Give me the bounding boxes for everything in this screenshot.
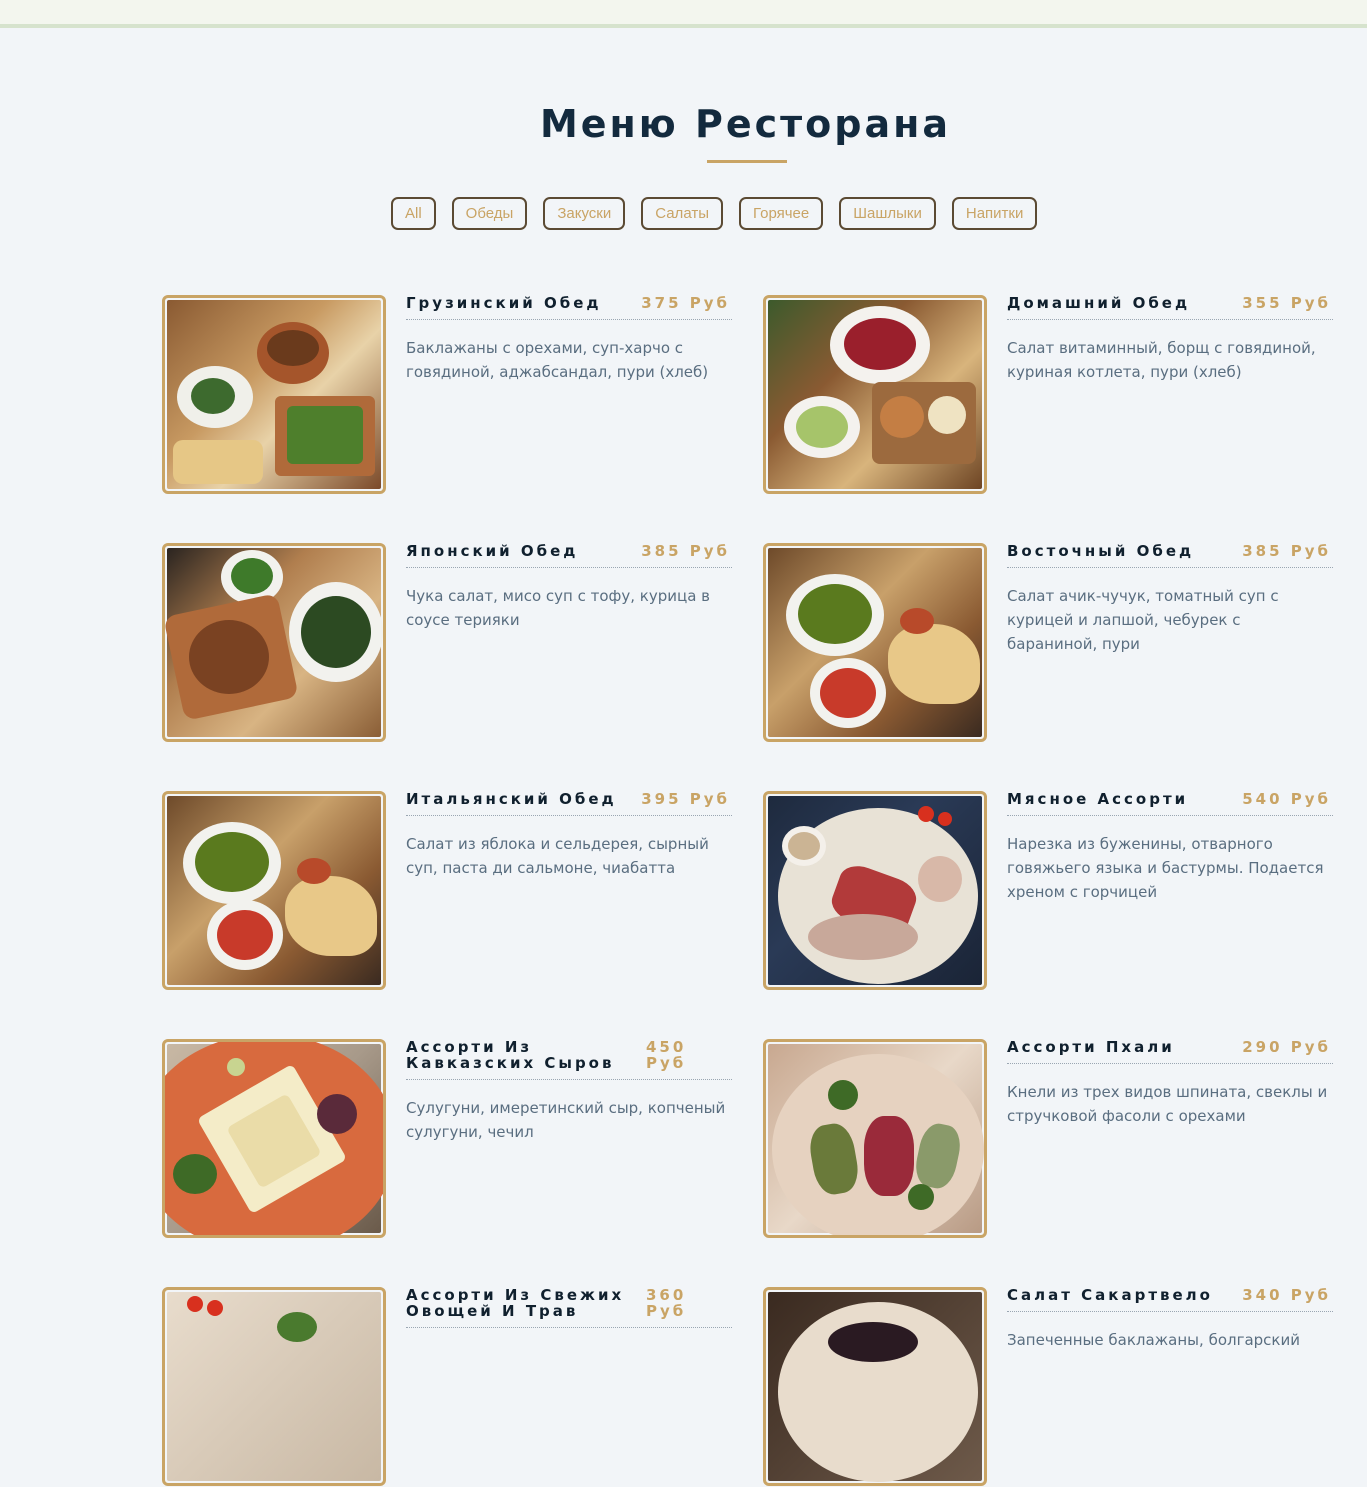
dish-description: Нарезка из буженины, отварного говяжьего…	[1007, 835, 1324, 901]
dish-price: 385 Руб	[1242, 542, 1331, 560]
menu-item-header: Восточный Обед 385 Руб	[1007, 543, 1333, 568]
menu-item: Восточный Обед 385 Руб Салат ачик-чучук,…	[763, 543, 1333, 743]
dish-photo	[162, 791, 386, 990]
dish-photo	[162, 1039, 386, 1238]
menu-item: Мясное Ассорти 540 Руб Нарезка из бужени…	[763, 791, 1333, 991]
menu-filter-bar: All Обеды Закуски Салаты Горячее Шашлыки…	[391, 197, 1038, 230]
dish-price: 375 Руб	[641, 294, 730, 312]
menu-item: Домашний Обед 355 Руб Салат витаминный, …	[763, 295, 1333, 495]
dish-photo	[763, 1287, 987, 1486]
menu-item-header: Ассорти Пхали 290 Руб	[1007, 1039, 1333, 1064]
dish-price: 340 Руб	[1242, 1286, 1331, 1304]
dish-name: Ассорти Из Свежих Овощей И Трав	[406, 1286, 625, 1320]
dish-photo	[162, 295, 386, 494]
dish-description: Чука салат, мисо суп с тофу, курица в со…	[406, 587, 711, 629]
dish-description: Салат из яблока и сельдерея, сырный суп,…	[406, 835, 709, 877]
filter-drinks-button[interactable]: Напитки	[951, 197, 1038, 230]
menu-item-header: Ассорти Из Кавказских Сыров 450 Руб	[406, 1039, 732, 1080]
dish-name: Грузинский Обед	[406, 294, 602, 312]
filter-hot-dishes-button[interactable]: Горячее	[738, 197, 824, 230]
menu-item: Японский Обед 385 Руб Чука салат, мисо с…	[162, 543, 732, 743]
dish-description: Запеченные баклажаны, болгарский	[1007, 1331, 1300, 1349]
dish-price: 290 Руб	[1242, 1038, 1331, 1056]
filter-shashlik-button[interactable]: Шашлыки	[839, 197, 936, 230]
menu-item: Ассорти Из Кавказских Сыров 450 Руб Сулу…	[162, 1039, 732, 1239]
dish-name: Салат Сакартвело	[1007, 1286, 1213, 1304]
dish-price: 540 Руб	[1242, 790, 1331, 808]
dish-description: Салат ачик-чучук, томатный суп с курицей…	[1007, 587, 1279, 653]
dish-photo	[763, 1039, 987, 1238]
filter-all-button[interactable]: All	[391, 197, 436, 230]
dish-price: 385 Руб	[641, 542, 730, 560]
menu-item: Итальянский Обед 395 Руб Салат из яблока…	[162, 791, 732, 991]
menu-item: Грузинский Обед 375 Руб Баклажаны с орех…	[162, 295, 732, 495]
dish-description: Салат витаминный, борщ с говядиной, кури…	[1007, 339, 1316, 381]
dish-price: 395 Руб	[641, 790, 730, 808]
dish-photo	[763, 543, 987, 742]
dish-photo	[763, 791, 987, 990]
dish-name: Ассорти Из Кавказских Сыров	[406, 1038, 615, 1072]
dish-price: 360 Руб	[646, 1286, 687, 1320]
filter-salads-button[interactable]: Салаты	[641, 197, 723, 230]
dish-description: Сулугуни, имеретинский сыр, копченый сул…	[406, 1099, 726, 1141]
menu-item-header: Ассорти Из Свежих Овощей И Трав 360 Руб	[406, 1287, 732, 1328]
menu-item-header: Салат Сакартвело 340 Руб	[1007, 1287, 1333, 1312]
dish-name: Домашний Обед	[1007, 294, 1191, 312]
top-bar	[0, 0, 1367, 28]
dish-name: Восточный Обед	[1007, 542, 1195, 560]
dish-photo	[763, 295, 987, 494]
dish-description: Кнели из трех видов шпината, свеклы и ст…	[1007, 1083, 1328, 1125]
dish-photo	[162, 1287, 386, 1486]
menu-item-header: Домашний Обед 355 Руб	[1007, 295, 1333, 320]
dish-name: Итальянский Обед	[406, 790, 617, 808]
menu-item: Ассорти Пхали 290 Руб Кнели из трех видо…	[763, 1039, 1333, 1239]
dish-name: Ассорти Пхали	[1007, 1038, 1175, 1056]
title-underline	[707, 160, 787, 163]
page-title: Меню Ресторана	[539, 102, 952, 146]
filter-lunch-button[interactable]: Обеды	[451, 197, 528, 230]
dish-name: Японский Обед	[406, 542, 579, 560]
dish-price: 355 Руб	[1242, 294, 1331, 312]
menu-item-header: Японский Обед 385 Руб	[406, 543, 732, 568]
filter-appetizers-button[interactable]: Закуски	[543, 197, 626, 230]
dish-photo	[162, 543, 386, 742]
menu-item-header: Итальянский Обед 395 Руб	[406, 791, 732, 816]
menu-item-header: Грузинский Обед 375 Руб	[406, 295, 732, 320]
dish-description: Баклажаны с орехами, суп-харчо с говядин…	[406, 339, 709, 381]
menu-item: Ассорти Из Свежих Овощей И Трав 360 Руб	[162, 1287, 732, 1487]
dish-price: 450 Руб	[646, 1038, 687, 1072]
menu-item: Салат Сакартвело 340 Руб Запеченные бакл…	[763, 1287, 1333, 1487]
menu-item-header: Мясное Ассорти 540 Руб	[1007, 791, 1333, 816]
dish-name: Мясное Ассорти	[1007, 790, 1189, 808]
